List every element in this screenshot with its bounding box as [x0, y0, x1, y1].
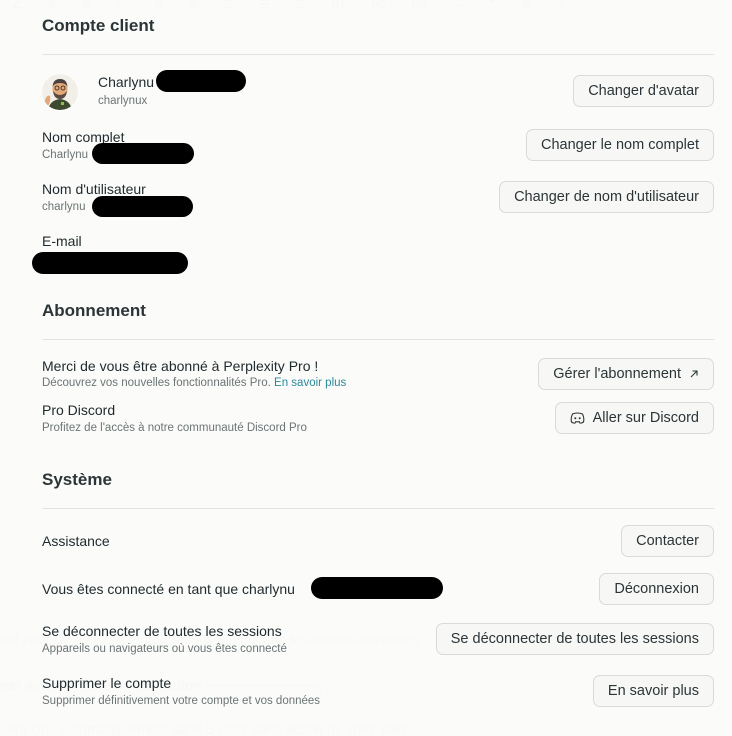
delete-account-label: Supprimer le compte: [42, 675, 172, 691]
delete-learn-more-button[interactable]: En savoir plus: [592, 675, 714, 707]
arrow-up-right-icon: [690, 370, 698, 378]
settings-panel: Compte client Charlynu charlynux Changer…: [0, 0, 732, 736]
manage-subscription-label: Gérer l'abonnement: [553, 366, 681, 382]
section-title-system: Système: [42, 470, 112, 489]
username-value: charlynu: [42, 201, 86, 213]
pro-discord-subtitle: Profitez de l'accès à notre communauté D…: [42, 422, 307, 434]
username-subtitle: charlynux: [98, 95, 148, 107]
divider: [42, 54, 714, 55]
redaction-bar: [92, 196, 193, 217]
logout-button[interactable]: Déconnexion: [599, 573, 714, 605]
all-sessions-subtitle: Appareils ou navigateurs où vous êtes co…: [42, 643, 287, 655]
go-to-discord-label: Aller sur Discord: [592, 410, 699, 426]
pro-subtitle-text: Découvrez vos nouvelles fonctionnalités …: [42, 377, 271, 389]
full-name-value: Charlynu: [42, 149, 89, 161]
section-title-subscription: Abonnement: [42, 301, 146, 320]
support-label: Assistance: [42, 533, 110, 549]
avatar: [42, 74, 78, 110]
pro-thanks-label: Merci de vous être abonné à Perplexity P…: [42, 358, 319, 374]
email-label: E-mail: [42, 233, 82, 249]
manage-subscription-button[interactable]: Gérer l'abonnement: [538, 358, 714, 390]
redaction-bar: [156, 70, 246, 92]
display-name: Charlynu: [98, 74, 155, 90]
change-username-button[interactable]: Changer de nom d'utilisateur: [499, 181, 714, 213]
section-title-account: Compte client: [42, 16, 155, 35]
change-avatar-button[interactable]: Changer d'avatar: [573, 75, 714, 107]
pro-subtitle: Découvrez vos nouvelles fonctionnalités …: [42, 377, 346, 389]
redaction-bar: [32, 252, 188, 274]
pro-discord-label: Pro Discord: [42, 402, 116, 418]
divider: [42, 508, 714, 509]
logged-in-label: Vous êtes connecté en tant que charlynu: [42, 581, 295, 597]
redaction-bar: [311, 577, 443, 599]
change-full-name-button[interactable]: Changer le nom complet: [526, 129, 714, 161]
username-label: Nom d'utilisateur: [42, 181, 146, 197]
divider: [42, 339, 714, 340]
discord-icon: [570, 412, 585, 424]
learn-more-link[interactable]: En savoir plus: [274, 377, 346, 389]
logout-all-sessions-button[interactable]: Se déconnecter de toutes les sessions: [435, 623, 714, 655]
go-to-discord-button[interactable]: Aller sur Discord: [554, 402, 714, 434]
delete-account-subtitle: Supprimer définitivement votre compte et…: [42, 695, 321, 707]
redaction-bar: [92, 143, 194, 164]
contact-button[interactable]: Contacter: [621, 525, 714, 557]
all-sessions-label: Se déconnecter de toutes les sessions: [42, 623, 282, 639]
